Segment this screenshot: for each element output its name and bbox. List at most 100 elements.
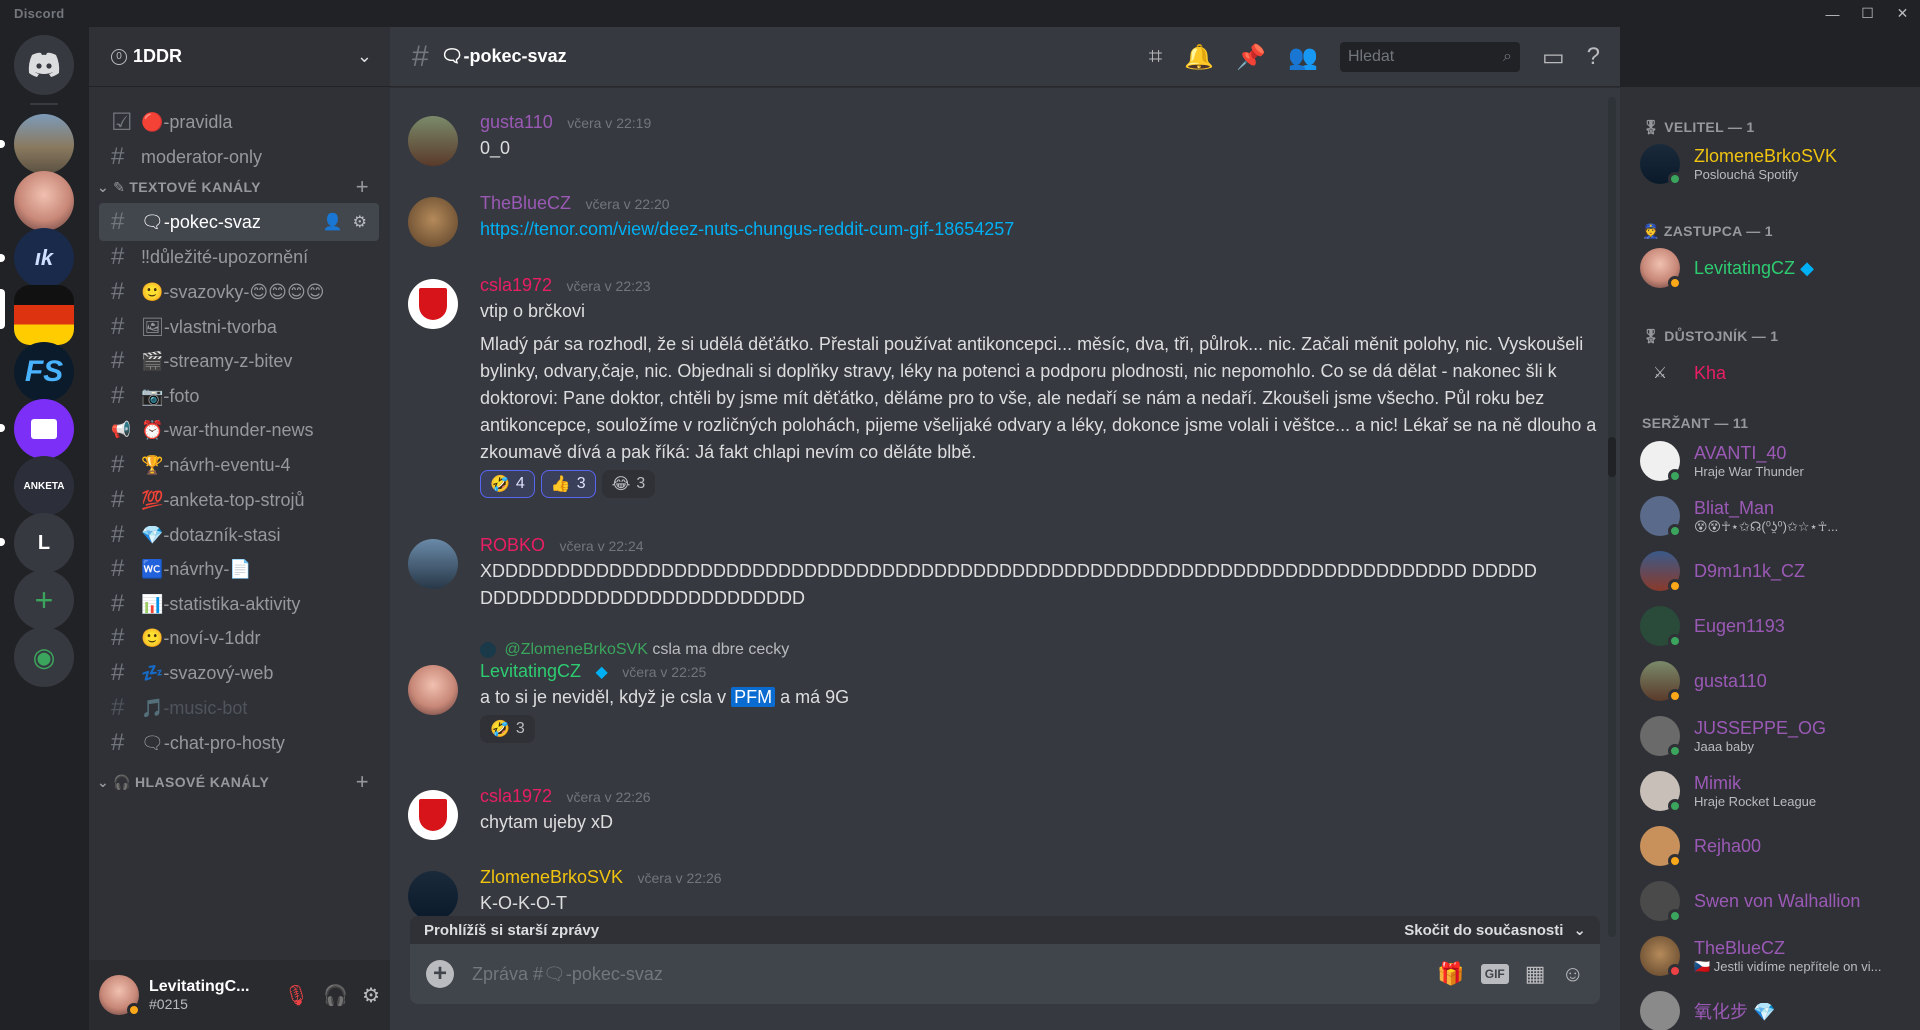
category-text-channels[interactable]: ⌄ ✎ TEXTOVÉ KANÁLY + xyxy=(97,174,377,200)
message-author[interactable]: csla1972 xyxy=(480,275,552,295)
jump-to-present-button[interactable]: Skočit do současnosti xyxy=(1404,922,1563,939)
channel-navrhy[interactable]: # 🚾-návrhy-📄 xyxy=(99,550,379,588)
member-item[interactable]: AVANTI_40 Hraje War Thunder xyxy=(1640,436,1910,486)
server-6-icon[interactable] xyxy=(14,399,74,459)
invite-icon[interactable]: 👤 xyxy=(323,212,343,232)
chevron-down-icon[interactable]: ⌄ xyxy=(357,46,372,67)
channel-music-bot[interactable]: # 🎵-music-bot xyxy=(99,689,379,727)
add-server-icon[interactable]: + xyxy=(14,570,74,630)
member-item[interactable]: 氧化步 💎 xyxy=(1640,986,1910,1030)
emoji-icon[interactable]: ☺ xyxy=(1562,961,1584,987)
category-voice-channels[interactable]: ⌄ 🎧 HLASOVÉ KANÁLY + xyxy=(97,769,377,795)
member-item[interactable]: Rejha00 xyxy=(1640,821,1910,871)
reaction[interactable]: 👍 3 xyxy=(540,470,596,498)
search-input[interactable]: Hledat ⌕ xyxy=(1339,42,1520,72)
message-author[interactable]: LevitatingCZ xyxy=(480,661,581,681)
channel-dotaznik-stasi[interactable]: # 💎-dotazník-stasi xyxy=(99,516,379,554)
channel-statistika-aktivity[interactable]: # 📊-statistika-aktivity xyxy=(99,585,379,623)
member-item[interactable]: Mimik Hraje Rocket League xyxy=(1640,766,1910,816)
member-item[interactable]: Eugen1193 xyxy=(1640,601,1910,651)
close-icon[interactable]: ✕ xyxy=(1885,0,1920,27)
scroll-thumb[interactable] xyxy=(1608,437,1616,477)
avatar[interactable] xyxy=(408,116,458,166)
channel-streamy-z-bitev[interactable]: # 🎬-streamy-z-bitev xyxy=(99,342,379,380)
gear-icon[interactable]: ⚙ xyxy=(353,212,367,232)
member-item[interactable]: Bliat_Man 😵😵☥⋆✩☊(⁰ʖ̯⁰)✩☆⋆☥... xyxy=(1640,491,1910,541)
server-l-icon[interactable]: L xyxy=(14,513,74,573)
user-info[interactable]: LevitatingC... #0215 xyxy=(149,978,249,1012)
explore-compass-icon[interactable]: ◉ xyxy=(14,627,74,687)
scrollbar[interactable] xyxy=(1608,97,1616,937)
message-link[interactable]: https://tenor.com/view/deez-nuts-chungus… xyxy=(480,219,1014,239)
member-item[interactable]: Swen von Walhallion xyxy=(1640,876,1910,926)
channel-pokec-svaz[interactable]: # 🗨-pokec-svaz 👤 ⚙ xyxy=(99,203,379,241)
deafen-headphones-icon[interactable]: 🎧 xyxy=(323,983,348,1008)
channel-foto[interactable]: # 📷-foto xyxy=(99,377,379,415)
avatar[interactable] xyxy=(408,539,458,589)
server-fs-icon[interactable]: FS xyxy=(14,342,74,402)
reaction[interactable]: 😂 3 xyxy=(601,470,656,498)
message-author[interactable]: ROBKO xyxy=(480,535,545,555)
member-item[interactable]: D9m1n1k_CZ xyxy=(1640,546,1910,596)
bell-icon[interactable]: 🔔 xyxy=(1184,43,1214,72)
add-channel-icon[interactable]: + xyxy=(356,174,369,200)
chevron-down-icon[interactable]: ⌄ xyxy=(1573,921,1586,939)
member-item[interactable]: ZlomeneBrkoSVK Poslouchá Spotify xyxy=(1640,139,1910,189)
member-list-icon[interactable]: 👥 xyxy=(1288,43,1318,72)
avatar[interactable] xyxy=(408,279,458,329)
message-text: XDDDDDDDDDDDDDDDDDDDDDDDDDDDDDDDDDDDDDDD… xyxy=(480,561,1537,608)
member-item[interactable]: TheBlueCZ 🇨🇿 Jestli vidíme nepřítele on v… xyxy=(1640,931,1910,981)
server-3-icon[interactable]: ık xyxy=(14,228,74,288)
reaction[interactable]: 🤣 4 xyxy=(480,470,535,498)
channel-anketa-top-stroju[interactable]: # 💯-anketa-top-strojů xyxy=(99,481,379,519)
guild-header[interactable]: 0 1DDR ⌄ xyxy=(89,27,390,87)
channel-chat-pro-hosty[interactable]: # 🗨-chat-pro-hosty xyxy=(99,724,379,762)
threads-icon[interactable]: ⌗ xyxy=(1149,43,1163,71)
add-attachment-icon[interactable]: + xyxy=(426,960,454,988)
avatar[interactable] xyxy=(99,975,141,1017)
anketa-bot-icon[interactable]: ANKETA xyxy=(14,456,74,516)
maximize-icon[interactable]: ☐ xyxy=(1850,0,1885,27)
message-input[interactable]: Zpráva #🗨-pokec-svaz xyxy=(472,964,663,985)
channel-war-thunder-news[interactable]: 📢 ⏰-war-thunder-news xyxy=(99,411,379,449)
message-composer[interactable]: + Zpráva #🗨-pokec-svaz 🎁 GIF ▦ ☺ xyxy=(410,944,1600,1004)
server-1-icon[interactable] xyxy=(14,114,74,174)
help-icon[interactable]: ? xyxy=(1587,43,1600,71)
channel-novi-v-1ddr[interactable]: # 🙂-noví-v-1ddr xyxy=(99,619,379,657)
reply-text: csla ma dbre cecky xyxy=(652,641,790,658)
reply-mention[interactable]: @ZlomeneBrkoSVK xyxy=(504,641,647,658)
mute-microphone-icon[interactable]: 🎙 xyxy=(284,983,309,1008)
avatar[interactable] xyxy=(408,871,458,921)
avatar[interactable] xyxy=(408,665,458,715)
message-author[interactable]: ZlomeneBrkoSVK xyxy=(480,867,623,887)
member-item[interactable]: LevitatingCZ ◆ xyxy=(1640,243,1910,293)
server-1ddr-icon[interactable] xyxy=(14,285,74,345)
avatar[interactable] xyxy=(408,197,458,247)
channel-dulezite-upozorneni[interactable]: # ‼důležité-upozornění xyxy=(99,238,379,276)
channel-svazovky[interactable]: # 🙂-svazovky-😊😊😊😊 xyxy=(99,273,379,311)
inbox-icon[interactable]: ▭ xyxy=(1542,43,1565,72)
message-author[interactable]: gusta110 xyxy=(480,112,553,132)
member-item[interactable]: JUSSEPPE_OG Jaaa baby xyxy=(1640,711,1910,761)
gift-icon[interactable]: 🎁 xyxy=(1437,961,1464,987)
channel-vlastni-tvorba[interactable]: # 🖼-vlastni-tvorba xyxy=(99,308,379,346)
channel-pravidla[interactable]: ☑ 🔴-pravidla xyxy=(99,103,379,141)
message-author[interactable]: csla1972 xyxy=(480,786,552,806)
member-item[interactable]: gusta110 xyxy=(1640,656,1910,706)
pin-icon[interactable]: 📌 xyxy=(1236,43,1266,72)
channel-svazovy-web[interactable]: # 💤-svazový-web xyxy=(99,654,379,692)
message-author[interactable]: TheBlueCZ xyxy=(480,193,571,213)
gear-icon[interactable]: ⚙ xyxy=(362,983,380,1008)
minimize-icon[interactable]: — xyxy=(1815,0,1850,27)
channel-moderator-only[interactable]: # moderator-only xyxy=(99,138,379,176)
server-2-icon[interactable] xyxy=(14,171,74,231)
reaction[interactable]: 🤣 3 xyxy=(480,715,535,743)
member-item[interactable]: ⚔ Kha xyxy=(1640,348,1910,398)
avatar[interactable] xyxy=(408,790,458,840)
sticker-icon[interactable]: ▦ xyxy=(1525,961,1546,987)
add-channel-icon[interactable]: + xyxy=(356,769,369,795)
reply-preview[interactable]: @ZlomeneBrkoSVK csla ma dbre cecky xyxy=(480,641,1598,659)
home-discord-icon[interactable] xyxy=(14,35,74,95)
channel-navrh-eventu[interactable]: # 🏆-návrh-eventu-4 xyxy=(99,446,379,484)
gif-button[interactable]: GIF xyxy=(1480,964,1509,984)
